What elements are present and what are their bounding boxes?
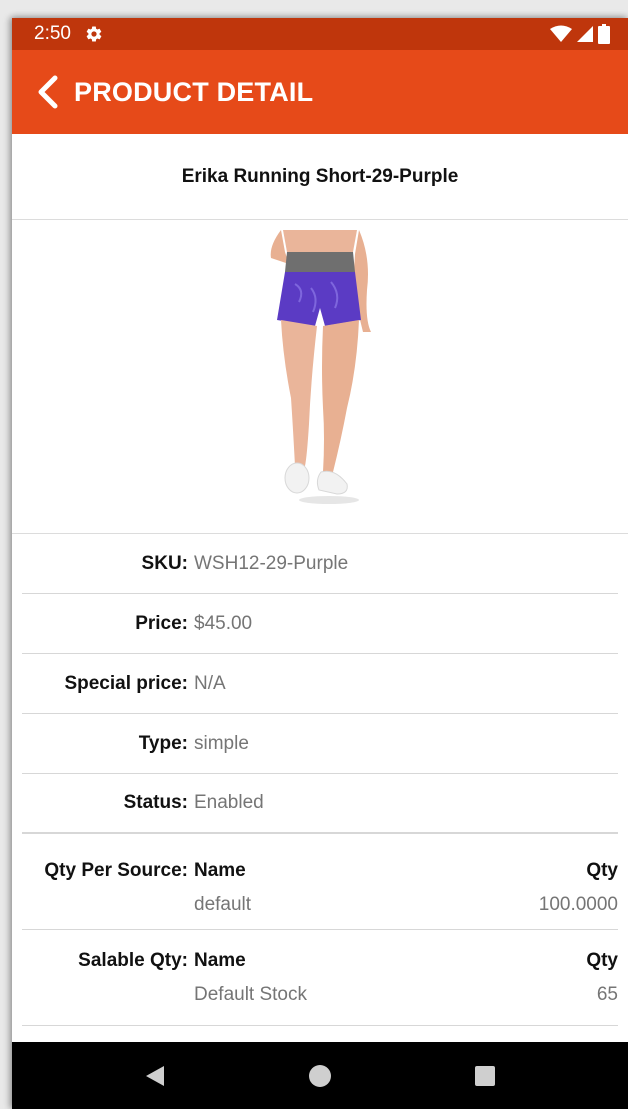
salable-qty-section: Salable Qty: Name Qty Default Stock 65 bbox=[22, 930, 618, 1026]
sku-value: WSH12-29-Purple bbox=[194, 552, 349, 574]
system-nav-bar bbox=[12, 1042, 628, 1109]
square-recents-icon bbox=[475, 1065, 496, 1086]
product-image bbox=[270, 230, 371, 504]
sku-row: SKU: WSH12-29-Purple bbox=[22, 534, 618, 594]
product-name: Erika Running Short-29-Purple bbox=[12, 134, 628, 220]
status-icons bbox=[550, 24, 610, 44]
qty-per-source-qty: 100.0000 bbox=[538, 894, 618, 915]
back-button[interactable] bbox=[30, 72, 64, 112]
salable-qty-qty-header: Qty bbox=[586, 950, 618, 971]
battery-icon bbox=[598, 24, 610, 44]
qty-per-source-name: default bbox=[194, 894, 252, 915]
type-label: Type: bbox=[138, 732, 188, 754]
triangle-back-icon bbox=[145, 1065, 164, 1086]
status-row: Status: Enabled bbox=[22, 774, 618, 834]
product-image-area bbox=[12, 220, 628, 534]
nav-back-button[interactable] bbox=[135, 1056, 175, 1096]
nav-recents-button[interactable] bbox=[465, 1056, 505, 1096]
status-time: 2:50 bbox=[34, 23, 71, 44]
status-bar: 2:50 bbox=[12, 18, 628, 50]
sku-label: SKU: bbox=[141, 552, 188, 574]
nav-home-button[interactable] bbox=[300, 1056, 340, 1096]
status-label: Status: bbox=[123, 792, 188, 813]
status-value: Enabled bbox=[194, 792, 264, 813]
app-bar: PRODUCT DETAIL bbox=[12, 50, 628, 134]
circle-home-icon bbox=[308, 1064, 331, 1087]
type-value: simple bbox=[194, 732, 249, 754]
salable-qty-name: Default Stock bbox=[194, 984, 307, 1005]
settings-gear-icon bbox=[86, 26, 102, 42]
qty-per-source-name-header: Name bbox=[194, 860, 246, 881]
qty-per-source-label: Qty Per Source: bbox=[44, 860, 188, 881]
salable-qty-label: Salable Qty: bbox=[78, 950, 188, 971]
salable-qty-name-header: Name bbox=[194, 950, 246, 971]
type-row: Type: simple bbox=[22, 714, 618, 774]
qty-per-source-qty-header: Qty bbox=[586, 860, 618, 881]
price-label: Price: bbox=[135, 612, 188, 634]
price-row: Price: $45.00 bbox=[22, 594, 618, 654]
phone-screen: 2:50 PRODUCT DETAIL Erika Running Short-… bbox=[12, 18, 628, 1109]
special-price-value: N/A bbox=[194, 672, 226, 694]
page-title: PRODUCT DETAIL bbox=[74, 76, 314, 107]
special-price-label: Special price: bbox=[64, 672, 188, 694]
special-price-row: Special price: N/A bbox=[22, 654, 618, 714]
price-value: $45.00 bbox=[194, 612, 253, 634]
chevron-left-icon bbox=[38, 75, 58, 109]
qty-per-source-section: Qty Per Source: Name Qty default 100.000… bbox=[22, 834, 618, 930]
wifi-icon bbox=[550, 25, 572, 42]
salable-qty-qty: 65 bbox=[596, 984, 618, 1005]
signal-icon bbox=[577, 26, 593, 42]
